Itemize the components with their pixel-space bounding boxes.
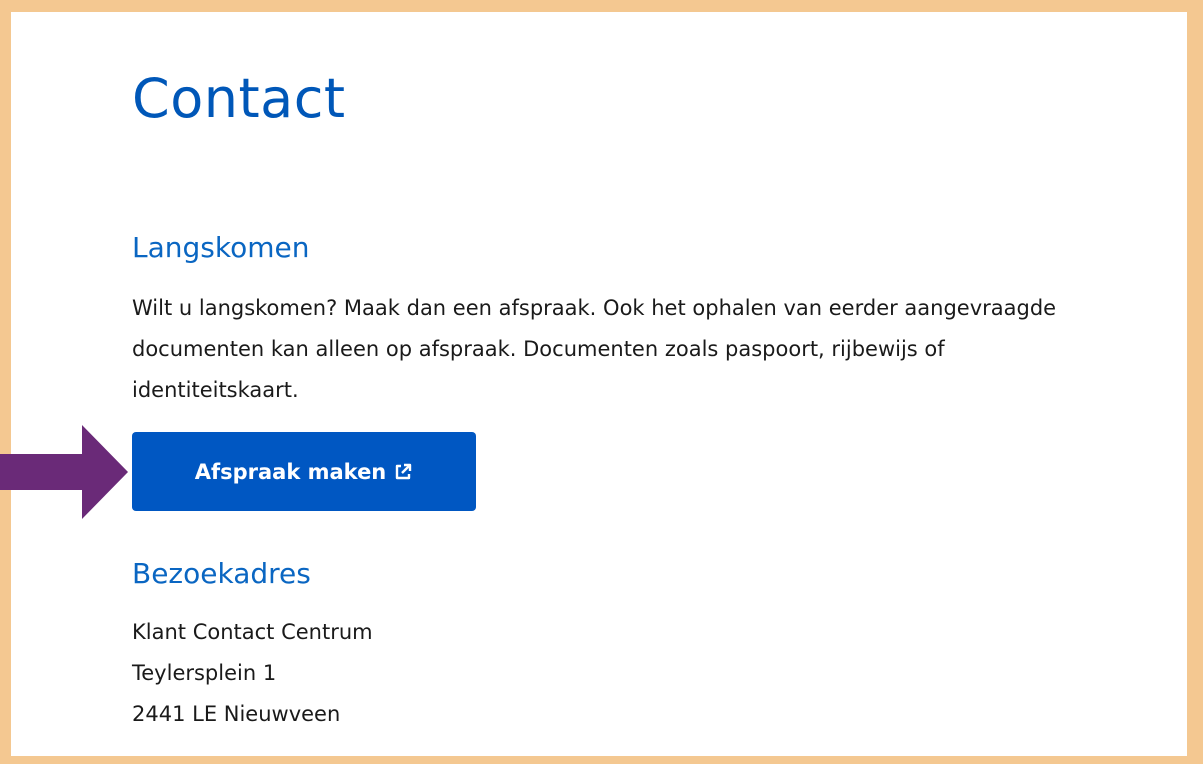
content-frame: Contact Langskomen Wilt u langskomen? Ma… (11, 12, 1187, 756)
external-link-icon (393, 462, 413, 482)
langskomen-heading: Langskomen (132, 231, 310, 264)
bezoekadres-heading: Bezoekadres (132, 557, 311, 590)
afspraak-maken-button[interactable]: Afspraak maken (132, 432, 476, 511)
afspraak-maken-label: Afspraak maken (194, 459, 387, 484)
page-title: Contact (132, 67, 346, 130)
langskomen-text: Wilt u langskomen? Maak dan een afspraak… (132, 296, 1057, 402)
address-line: 2441 LE Nieuwveen (132, 702, 341, 726)
address-line: Klant Contact Centrum (132, 620, 373, 644)
address-line: Teylersplein 1 (132, 661, 277, 685)
address-block: Klant Contact Centrum Teylersplein 1 244… (132, 612, 373, 735)
pointer-arrow-icon (0, 425, 128, 519)
